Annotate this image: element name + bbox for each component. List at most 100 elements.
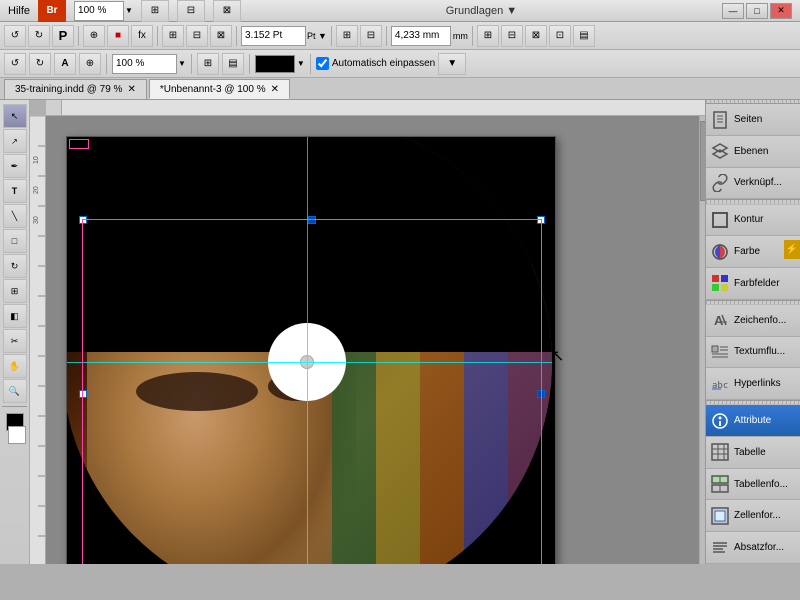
dimension-input[interactable] bbox=[391, 26, 451, 46]
sep9 bbox=[249, 54, 250, 74]
minimize-button[interactable]: — bbox=[722, 3, 744, 19]
ruler-vertical: 10 20 30 bbox=[30, 116, 46, 564]
snap-btn2[interactable]: ⊟ bbox=[501, 25, 523, 47]
tabellenfo-icon bbox=[710, 474, 730, 494]
pen-tool[interactable]: ✒ bbox=[3, 154, 27, 178]
panel-item-kontur[interactable]: Kontur bbox=[706, 205, 800, 237]
align-btn2[interactable]: ⊟ bbox=[186, 25, 208, 47]
cd-circle bbox=[67, 137, 552, 564]
scrollbar-v-thumb[interactable] bbox=[700, 121, 705, 201]
type-tool[interactable]: T bbox=[3, 179, 27, 203]
textumflu-icon bbox=[710, 342, 730, 362]
seiten-icon bbox=[710, 110, 730, 130]
color-dropdown[interactable]: ▼ bbox=[297, 59, 305, 68]
ruler-horizontal: 10 20 30 40 50 60 70 80 90 bbox=[46, 100, 705, 116]
panel-item-farbfelder[interactable]: Farbfelder bbox=[706, 268, 800, 300]
panel-item-seiten[interactable]: Seiten bbox=[706, 104, 800, 136]
tab-unbenannt3[interactable]: *Unbenannt-3 @ 100 % ✕ bbox=[149, 79, 290, 99]
scale-tool[interactable]: ⊞ bbox=[3, 279, 27, 303]
view-mode-btn1[interactable]: ⊞ bbox=[141, 0, 169, 22]
tab-close-1[interactable]: ✕ bbox=[271, 84, 279, 95]
misc-btn[interactable]: ▼ bbox=[438, 53, 466, 75]
help-menu[interactable]: Hilfe bbox=[8, 5, 30, 17]
zoom-input[interactable] bbox=[74, 1, 124, 21]
type-tool-btn[interactable]: P bbox=[52, 25, 74, 47]
tool2-btn1[interactable]: ↺ bbox=[4, 53, 26, 75]
lightning-icon: ⚡ bbox=[786, 244, 798, 255]
tool2-btn2[interactable]: ↻ bbox=[29, 53, 51, 75]
toolbar2: ↺ ↻ A ⊕ ▼ ⊞ ▤ ▼ Automatisch einpassen ▼ bbox=[0, 50, 800, 78]
view-mode-btn2[interactable]: ⊟ bbox=[177, 0, 205, 22]
title-bar: Hilfe Br ▼ ⊞ ⊟ ⊠ Grundlagen ▼ — □ ✕ bbox=[0, 0, 800, 22]
stroke-color[interactable] bbox=[8, 426, 26, 444]
line-tool[interactable]: ╲ bbox=[3, 204, 27, 228]
color-swatch[interactable] bbox=[255, 55, 295, 73]
panel-item-verknupf[interactable]: Verknüpf... bbox=[706, 168, 800, 200]
svg-text:20: 20 bbox=[33, 186, 40, 194]
farbe-icon bbox=[710, 242, 730, 262]
close-button[interactable]: ✕ bbox=[770, 3, 792, 19]
undo-btn[interactable]: ↺ bbox=[4, 25, 26, 47]
selection-tool[interactable]: ↖ bbox=[3, 104, 27, 128]
tool-btn-3[interactable]: fx bbox=[131, 25, 153, 47]
hand-tool[interactable]: ✋ bbox=[3, 354, 27, 378]
workspace-selector[interactable]: Grundlagen ▼ bbox=[446, 5, 517, 17]
zoom-tool[interactable]: 🔍 bbox=[3, 379, 27, 403]
quick-apply-panel[interactable]: ⚡ bbox=[784, 240, 800, 259]
gradient-tool[interactable]: ◧ bbox=[3, 304, 27, 328]
direct-select-tool[interactable]: ↗ bbox=[3, 129, 27, 153]
rect-tool[interactable]: □ bbox=[3, 229, 27, 253]
panel-item-tabelle[interactable]: Tabelle bbox=[706, 437, 800, 469]
sep10 bbox=[310, 54, 311, 74]
panel-item-hyperlinks[interactable]: abc Hyperlinks bbox=[706, 368, 800, 400]
dim-unit: mm bbox=[453, 31, 468, 41]
scrollbar-v-track[interactable] bbox=[699, 116, 705, 564]
snap-btn5[interactable]: ▤ bbox=[573, 25, 595, 47]
zoom-dropdown-arrow[interactable]: ▼ bbox=[125, 6, 133, 15]
panel-item-absatzfor[interactable]: Absatzfor... bbox=[706, 532, 800, 564]
tool-btn-2[interactable]: ■ bbox=[107, 25, 129, 47]
tool-btn-5[interactable]: ⊟ bbox=[360, 25, 382, 47]
tool2-btn3[interactable]: ⊕ bbox=[79, 53, 101, 75]
panel-item-zeichenfo[interactable]: A Zeichenfo... bbox=[706, 305, 800, 337]
cd-eye-left bbox=[136, 372, 259, 411]
panel-item-textumflu[interactable]: Textumflu... bbox=[706, 337, 800, 369]
tool-btn-1[interactable]: ⊕ bbox=[83, 25, 105, 47]
panel-item-attribute[interactable]: Attribute bbox=[706, 405, 800, 437]
title-bar-left: Hilfe Br ▼ ⊞ ⊟ ⊠ bbox=[8, 0, 241, 22]
align-btn1[interactable]: ⊞ bbox=[162, 25, 184, 47]
panel-item-zellenfor[interactable]: Zellenfor... bbox=[706, 500, 800, 532]
scissors-tool[interactable]: ✂ bbox=[3, 329, 27, 353]
sep8 bbox=[191, 54, 192, 74]
align2-btn2[interactable]: ▤ bbox=[222, 53, 244, 75]
br-button[interactable]: Br bbox=[38, 0, 66, 22]
snap-btn4[interactable]: ⊡ bbox=[549, 25, 571, 47]
rotate-tool[interactable]: ↻ bbox=[3, 254, 27, 278]
cd-upper-black bbox=[67, 137, 552, 352]
hyperlinks-icon: abc bbox=[710, 374, 730, 394]
size-input[interactable] bbox=[241, 26, 306, 46]
maximize-button[interactable]: □ bbox=[746, 3, 768, 19]
tab-35training[interactable]: 35-training.indd @ 79 % ✕ bbox=[4, 79, 147, 99]
panel-item-ebenen[interactable]: Ebenen bbox=[706, 136, 800, 168]
absatzfor-icon bbox=[710, 538, 730, 558]
redo-btn[interactable]: ↻ bbox=[28, 25, 50, 47]
align-btn3[interactable]: ⊠ bbox=[210, 25, 232, 47]
snap-btn1[interactable]: ⊞ bbox=[477, 25, 499, 47]
tab-close-0[interactable]: ✕ bbox=[127, 84, 135, 95]
view-mode-btn3[interactable]: ⊠ bbox=[213, 0, 241, 22]
panel-item-tabellenfo[interactable]: Tabellenfo... bbox=[706, 469, 800, 501]
sep1 bbox=[78, 26, 79, 46]
align2-btn1[interactable]: ⊞ bbox=[197, 53, 219, 75]
auto-fit-checkbox[interactable] bbox=[316, 57, 329, 70]
toolbar1: ↺ ↻ P ⊕ ■ fx ⊞ ⊟ ⊠ Pt ▼ ⊞ ⊟ mm ⊞ ⊟ ⊠ ⊡ ▤ bbox=[0, 22, 800, 50]
sep3 bbox=[236, 26, 237, 46]
zoom-pct-input[interactable] bbox=[112, 54, 177, 74]
tool-separator bbox=[2, 406, 27, 410]
verknupf-icon bbox=[710, 173, 730, 193]
tool-btn-4[interactable]: ⊞ bbox=[336, 25, 358, 47]
select-tool[interactable]: A bbox=[54, 53, 76, 75]
sep5 bbox=[386, 26, 387, 46]
zoom-pct-arrow[interactable]: ▼ bbox=[178, 59, 186, 68]
snap-btn3[interactable]: ⊠ bbox=[525, 25, 547, 47]
